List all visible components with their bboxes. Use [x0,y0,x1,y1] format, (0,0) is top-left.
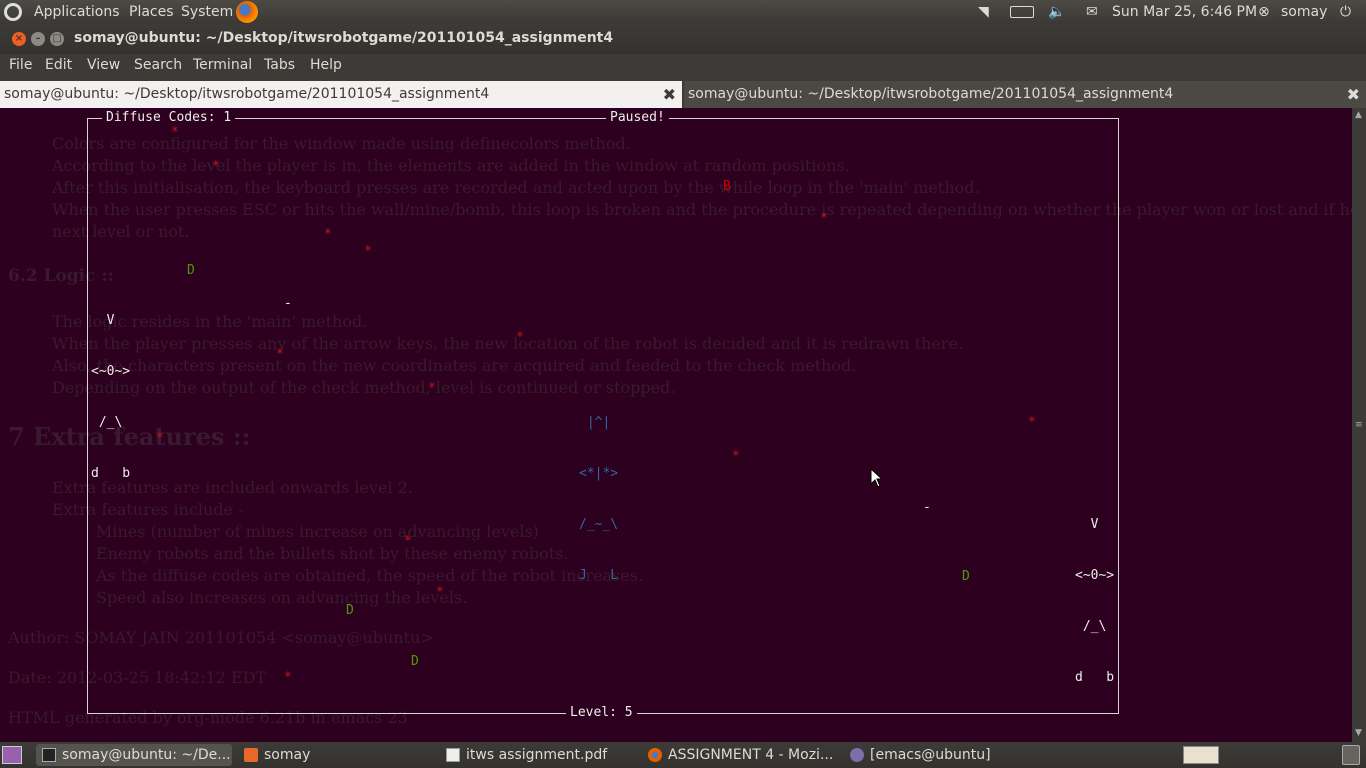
mine: * [324,227,332,242]
window-title: somay@ubuntu: ~/Desktop/itwsrobotgame/20… [74,30,614,46]
menu-edit[interactable]: Edit [45,57,72,73]
close-tab-icon[interactable]: ✖ [1347,81,1360,108]
mine: * [364,244,372,259]
robot-line: V [91,313,115,328]
taskbar-item-label: ASSIGNMENT 4 - Mozi... [668,747,834,763]
diffuse-code: D [346,603,354,618]
enemy-line: /_~_\ [579,517,619,532]
bullet: - [923,500,931,515]
wifi-icon[interactable]: ◥ [978,3,989,21]
user-name[interactable]: somay [1281,3,1327,21]
diffuse-code: D [187,263,195,278]
mine: * [516,330,524,345]
power-icon[interactable]: ⏻ [1340,3,1351,21]
enemy-line: <*|*> [579,466,619,481]
diffuse-code: D [411,654,419,669]
menu-tabs[interactable]: Tabs [264,57,295,73]
terminal-scrollbar[interactable]: ▲ ≡ ▼ [1352,108,1366,742]
places-menu[interactable]: Places [129,3,174,21]
taskbar-item-label: [emacs@ubuntu] [870,747,991,763]
enemy-robot: |^| <*|*> /_~_\ J L [579,380,618,618]
close-window-icon[interactable]: × [12,32,26,46]
taskbar-item-firefox[interactable]: ASSIGNMENT 4 - Mozi... [642,744,838,766]
applications-menu[interactable]: Applications [34,3,120,21]
menu-help[interactable]: Help [310,57,342,73]
firefox-icon[interactable] [236,1,258,23]
scroll-down-icon[interactable]: ▼ [1355,728,1362,738]
system-menu[interactable]: System [181,3,233,21]
robot-line: /_\ [91,415,123,430]
emacs-icon [850,748,864,762]
taskbar-item-label: somay [264,747,311,763]
mine: * [171,125,179,140]
mine: * [820,211,828,226]
mine: * [428,381,436,396]
taskbar-item-label: somay@ubuntu: ~/De... [62,747,231,763]
top-panel: Applications Places System ◥ 🔈 ✉ Sun Mar… [0,0,1366,24]
robot-line: V [1075,517,1099,532]
mine: * [732,449,740,464]
tab-1-label: somay@ubuntu: ~/Desktop/itwsrobotgame/20… [4,86,490,102]
mail-icon[interactable]: ✉ [1086,3,1098,21]
menu-search[interactable]: Search [134,57,182,73]
ubuntu-icon[interactable] [4,3,22,21]
player-robot: V <~0~> /_\ d b [91,278,130,516]
close-tab-icon[interactable]: ✖ [663,81,676,108]
robot-line: <~0~> [91,364,131,379]
terminal-menubar: File Edit View Search Terminal Tabs Help [0,54,1366,78]
taskbar-item-pdf[interactable]: itws assignment.pdf [440,744,636,766]
mouse-cursor-icon [870,468,882,488]
maximize-window-icon[interactable]: □ [50,32,64,46]
enemy-line: J L [579,568,619,583]
mine: * [404,534,412,549]
robot-line: <~0~> [1075,568,1115,583]
mine: * [212,159,220,174]
bottom-taskbar: somay@ubuntu: ~/De... somay itws assignm… [0,742,1366,768]
menu-file[interactable]: File [9,57,32,73]
mine: * [1028,415,1036,430]
window-titlebar[interactable]: × – □ somay@ubuntu: ~/Desktop/itwsrobotg… [0,24,1366,54]
enemy-line: |^| [579,415,611,430]
battery-icon[interactable] [1010,6,1034,18]
taskbar-item-home[interactable]: somay [238,744,434,766]
tab-1[interactable]: somay@ubuntu: ~/Desktop/itwsrobotgame/20… [0,81,682,108]
trash-icon[interactable] [1342,745,1360,765]
tab-bar: somay@ubuntu: ~/Desktop/itwsrobotgame/20… [0,78,1366,108]
diffuse-code: D [962,569,970,584]
workspace-switcher[interactable] [1183,746,1219,764]
user-status-icon: ⊗ [1258,4,1270,20]
diffuse-codes-counter: Diffuse Codes: 1 [102,109,236,126]
firefox-icon [648,748,662,762]
menu-view[interactable]: View [87,57,120,73]
taskbar-item-emacs[interactable]: [emacs@ubuntu] [844,744,1040,766]
mine: * [284,670,292,685]
tab-2-label: somay@ubuntu: ~/Desktop/itwsrobotgame/20… [688,86,1174,102]
paused-status: Paused! [606,109,669,126]
taskbar-item-terminal[interactable]: somay@ubuntu: ~/De... [36,744,232,766]
level-indicator: Level: 5 [566,704,637,721]
show-desktop-icon[interactable] [2,746,22,764]
taskbar-item-label: itws assignment.pdf [466,747,608,763]
bomb: B [723,179,731,194]
terminal-icon [42,748,56,762]
home-folder-icon [244,748,258,762]
bullet: - [284,296,292,311]
mine: * [276,347,284,362]
white-robot: V <~0~> /_\ d b [1075,482,1114,720]
robot-line: d b [91,466,131,481]
robot-line: /_\ [1075,619,1107,634]
terminal-area[interactable]: Colors are configured for the window mad… [0,108,1352,742]
robot-line: d b [1075,670,1115,685]
scroll-grip-icon[interactable]: ≡ [1355,420,1363,430]
clock[interactable]: Sun Mar 25, 6:46 PM [1112,3,1257,21]
pdf-icon [446,748,460,762]
mine: * [156,431,164,446]
mine: * [436,585,444,600]
menu-terminal[interactable]: Terminal [193,57,252,73]
minimize-window-icon[interactable]: – [31,32,45,46]
volume-icon[interactable]: 🔈 [1048,3,1065,21]
scroll-up-icon[interactable]: ▲ [1355,110,1362,120]
tab-2[interactable]: somay@ubuntu: ~/Desktop/itwsrobotgame/20… [684,81,1366,108]
